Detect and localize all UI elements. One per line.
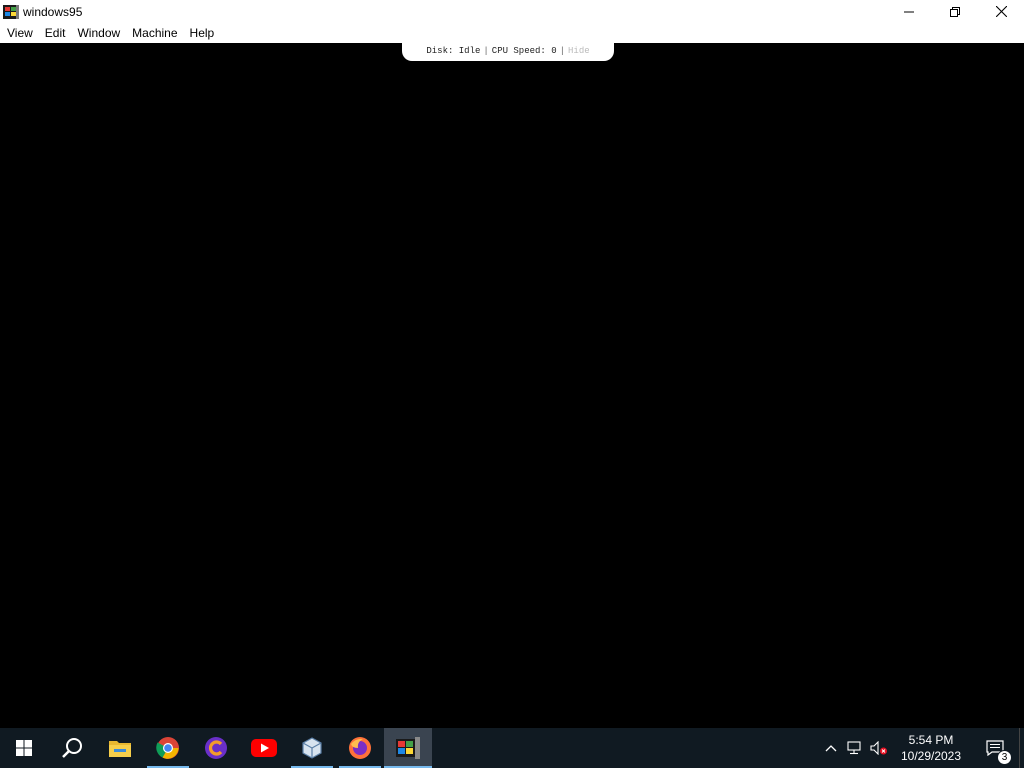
chrome-button[interactable] [144, 728, 192, 768]
network-button[interactable] [843, 728, 867, 768]
youtube-icon [251, 739, 277, 757]
windows95-icon [396, 737, 420, 759]
firefox-button[interactable] [336, 728, 384, 768]
status-bar: Disk: Idle | CPU Speed: 0 | Hide [402, 41, 614, 61]
status-separator: | [483, 46, 489, 56]
menu-help[interactable]: Help [184, 23, 221, 43]
status-separator: | [559, 46, 566, 56]
action-center-button[interactable]: 3 [971, 728, 1019, 768]
c-app-icon [205, 737, 227, 759]
windows95-taskbar-button[interactable] [384, 728, 432, 768]
virtualbox-icon [302, 737, 322, 759]
clock[interactable]: 5:54 PM 10/29/2023 [891, 728, 971, 768]
title-bar[interactable]: windows95 [0, 0, 1024, 23]
minimize-icon [904, 11, 914, 12]
notification-count-badge: 3 [997, 750, 1012, 765]
taskbar: 5:54 PM 10/29/2023 3 [0, 728, 1024, 768]
windows-start-icon [16, 740, 32, 756]
restore-button[interactable] [932, 0, 978, 23]
youtube-button[interactable] [240, 728, 288, 768]
system-tray: 5:54 PM 10/29/2023 3 [819, 728, 1024, 768]
menu-bar: View Edit Window Machine Help [0, 23, 1024, 43]
minimize-button[interactable] [886, 0, 932, 23]
disk-status: Disk: Idle [426, 46, 481, 56]
chevron-up-icon [825, 745, 837, 752]
volume-muted-icon [870, 741, 887, 755]
search-button[interactable] [48, 728, 96, 768]
close-button[interactable] [978, 0, 1024, 23]
chrome-icon [156, 737, 179, 759]
clock-date: 10/29/2023 [900, 749, 962, 763]
c-app-button[interactable] [192, 728, 240, 768]
cpu-speed-status: CPU Speed: 0 [491, 46, 557, 56]
close-icon [995, 6, 1007, 17]
hide-status-link[interactable]: Hide [568, 46, 590, 56]
window-title: windows95 [23, 4, 83, 19]
show-hidden-icons-button[interactable] [819, 728, 843, 768]
menu-edit[interactable]: Edit [39, 23, 72, 43]
volume-button[interactable] [867, 728, 891, 768]
search-icon [62, 738, 82, 758]
network-icon [847, 741, 861, 755]
start-button[interactable] [0, 728, 48, 768]
emulator-screen[interactable] [0, 43, 1024, 729]
menu-window[interactable]: Window [71, 23, 126, 43]
firefox-icon [349, 737, 371, 759]
file-explorer-button[interactable] [96, 728, 144, 768]
folder-icon [109, 741, 131, 757]
clock-time: 5:54 PM [908, 733, 954, 747]
menu-view[interactable]: View [1, 23, 39, 43]
menu-machine[interactable]: Machine [126, 23, 183, 43]
restore-icon [950, 6, 960, 17]
virtualbox-button[interactable] [288, 728, 336, 768]
windows95-app-icon [3, 4, 19, 20]
show-desktop-button[interactable] [1019, 728, 1024, 768]
